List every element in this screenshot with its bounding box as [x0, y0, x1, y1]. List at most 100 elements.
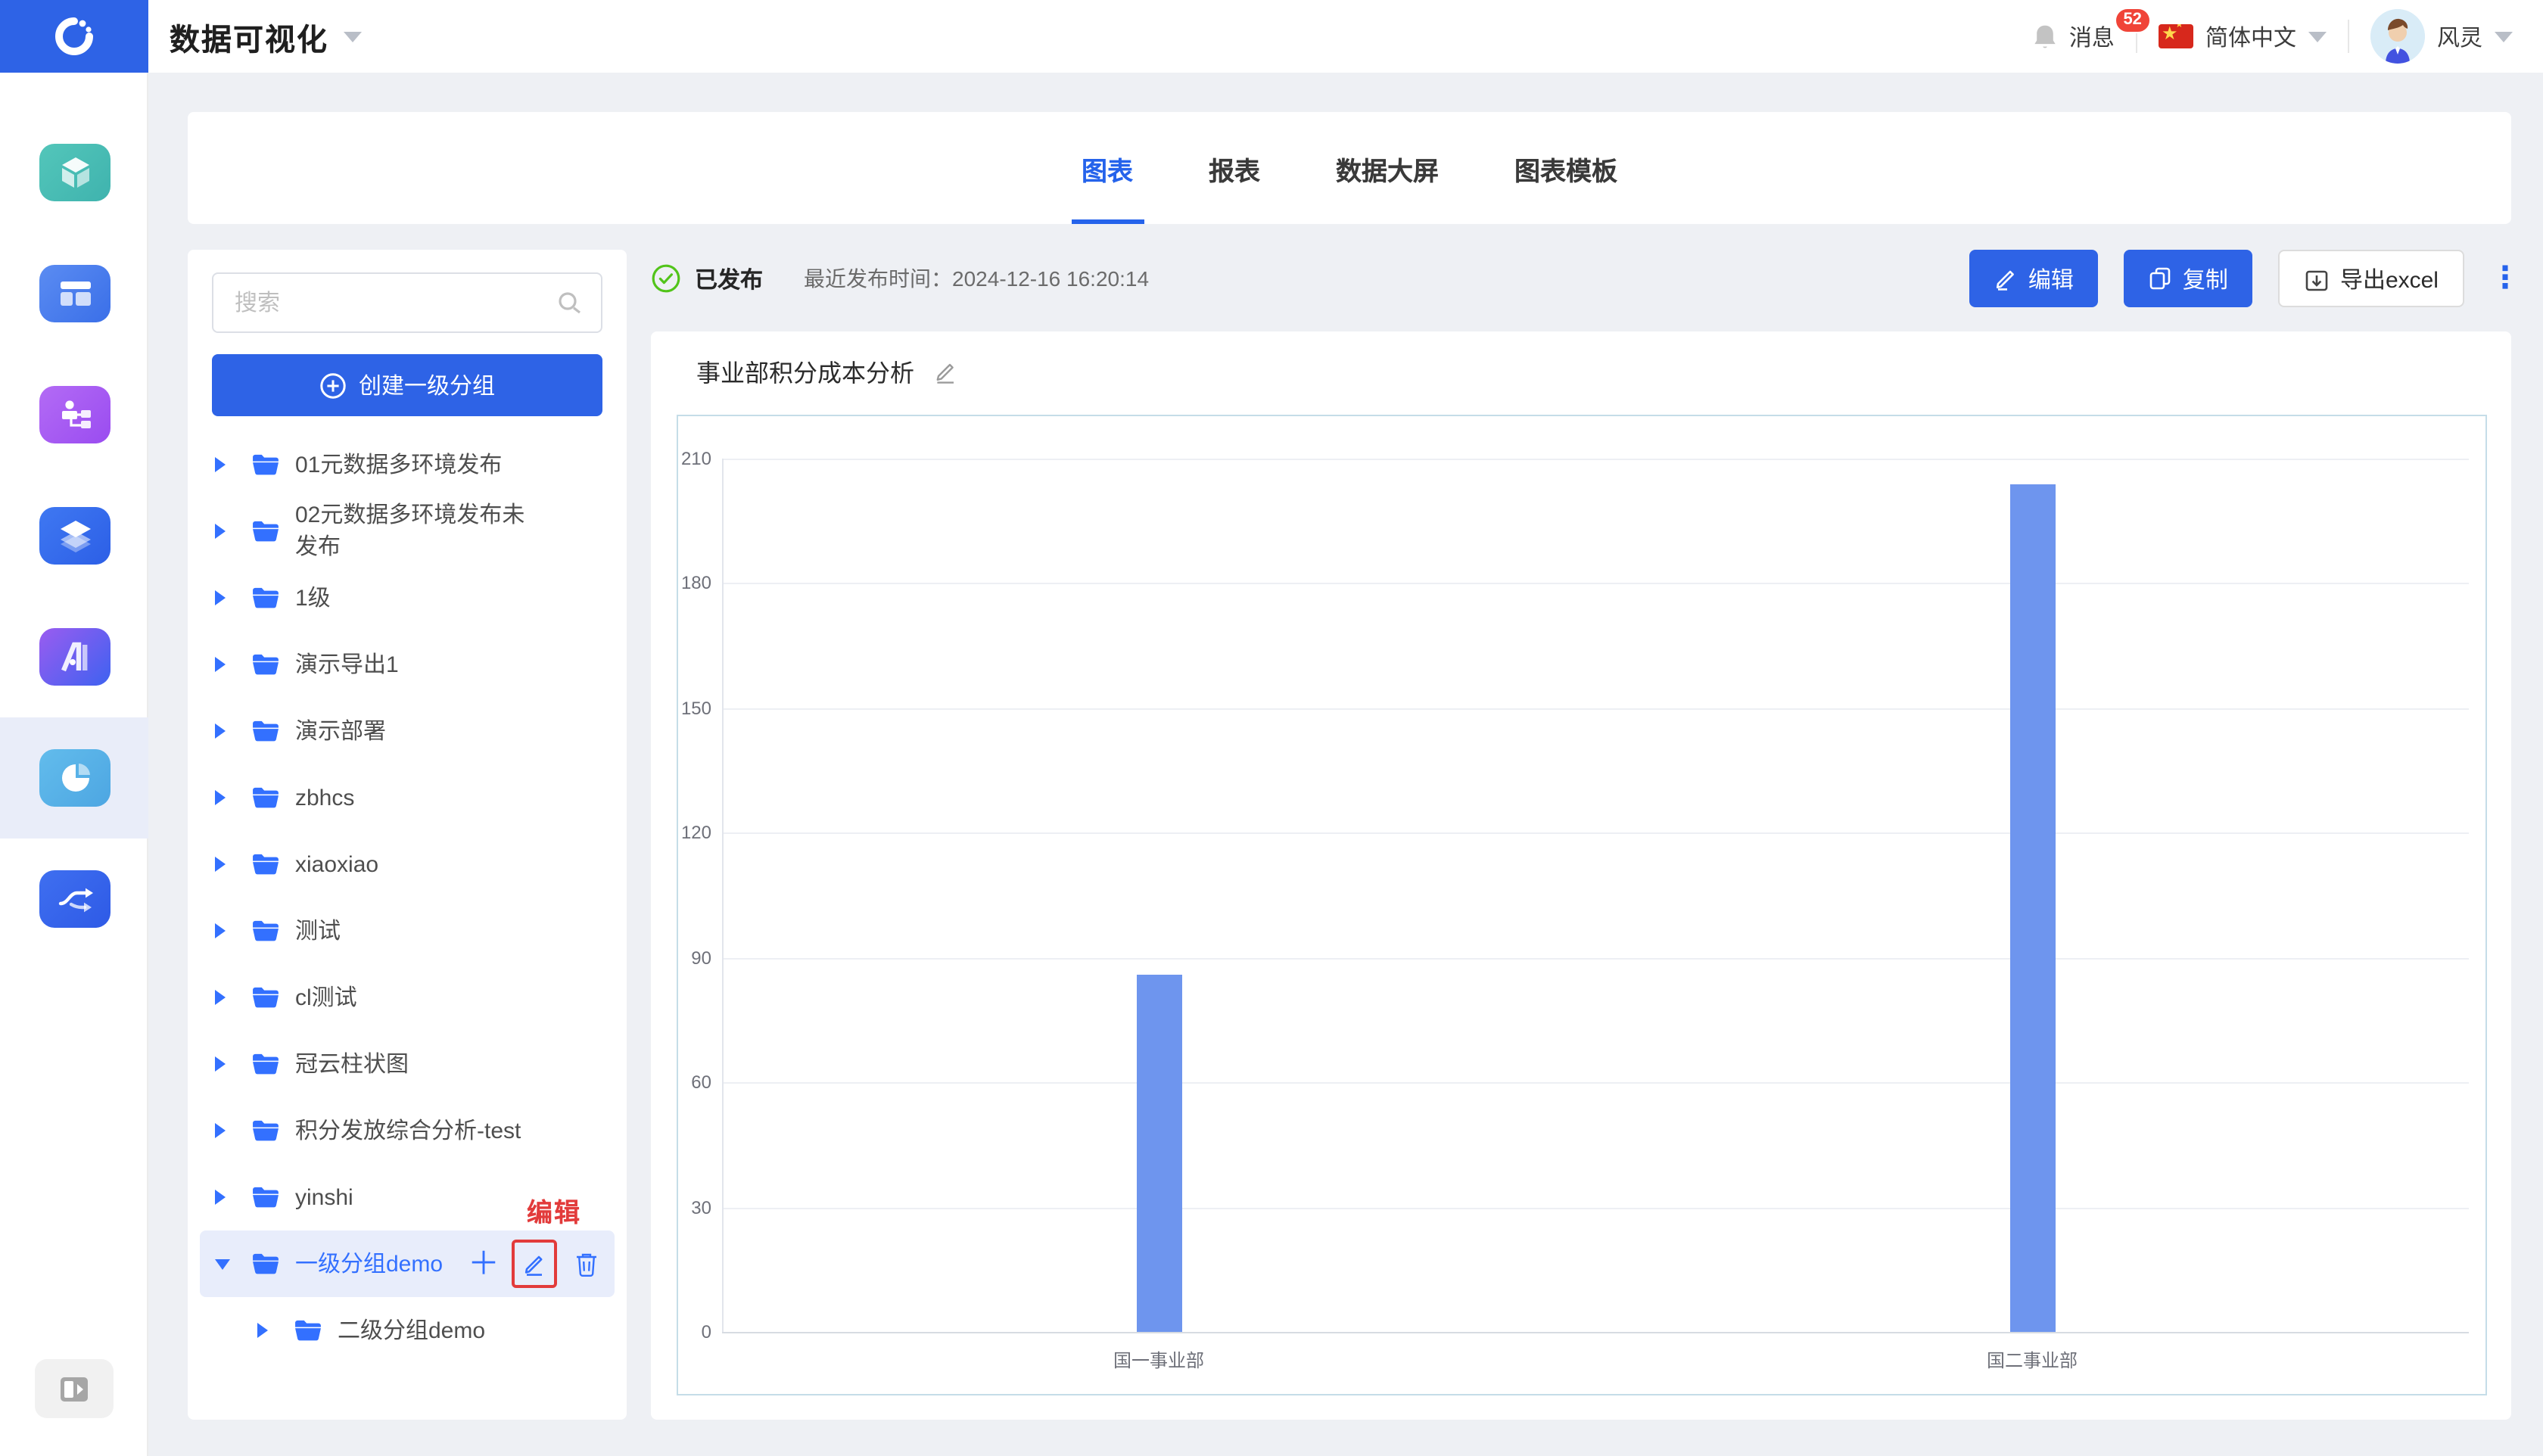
bar-0	[1136, 974, 1181, 1332]
caret-right-icon[interactable]	[215, 1190, 226, 1205]
tree-item-label: 演示部署	[295, 715, 386, 747]
caret-right-icon[interactable]	[215, 723, 226, 739]
caret-right-icon[interactable]	[215, 457, 226, 472]
messages-label: 消息	[2069, 20, 2115, 52]
pencil-icon	[1994, 266, 2018, 291]
y-axis-tick-label: 180	[651, 573, 711, 594]
caret-right-icon[interactable]	[215, 524, 226, 539]
tree-item-1[interactable]: 02元数据多环境发布未发布	[188, 498, 627, 565]
tree-item-5[interactable]: zbhcs	[188, 764, 627, 831]
tree-item-7[interactable]: 测试	[188, 898, 627, 964]
gridline	[722, 1207, 2469, 1209]
avatar	[2370, 9, 2425, 64]
chart-title: 事业部积分成本分析	[696, 353, 914, 389]
rail-item-shuffle[interactable]	[39, 870, 110, 928]
caret-down-icon[interactable]	[215, 1258, 230, 1269]
caret-right-icon[interactable]	[215, 923, 226, 938]
more-actions-button[interactable]: ⋮	[2490, 270, 2511, 287]
y-axis-tick-label: 0	[651, 1321, 711, 1342]
tab-0[interactable]: 图表	[1082, 112, 1133, 224]
tree-item-6[interactable]: xiaoxiao	[188, 831, 627, 898]
messages-button[interactable]: 消息 52	[2031, 20, 2115, 52]
caret-right-icon[interactable]	[215, 857, 226, 872]
caret-right-icon[interactable]	[257, 1323, 268, 1338]
divider	[2348, 20, 2349, 53]
create-group-button[interactable]: 创建一级分组	[212, 354, 602, 416]
rail-item-charts-active[interactable]	[39, 749, 110, 807]
language-label: 简体中文	[2205, 20, 2296, 52]
chart-plot: 0306090120150180210国一事业部国二事业部	[677, 415, 2487, 1395]
tree-child-item[interactable]: 二级分组demo	[188, 1297, 627, 1364]
gauge-logo-icon	[53, 15, 95, 58]
tree-item-10[interactable]: 积分发放综合分析-test	[188, 1097, 627, 1164]
copy-icon	[2148, 266, 2172, 291]
y-axis-tick-label: 60	[651, 1072, 711, 1093]
rail-item-cube[interactable]	[39, 144, 110, 201]
add-subgroup-button[interactable]: ＋	[468, 1248, 500, 1280]
folder-icon	[251, 586, 280, 610]
chevron-down-icon[interactable]	[344, 31, 362, 42]
app-logo[interactable]	[0, 0, 148, 73]
toolbar-buttons: 编辑 复制 导出excel ⋮	[1969, 250, 2511, 307]
chevron-down-icon	[2308, 31, 2327, 42]
rail-item-ai[interactable]	[39, 628, 110, 686]
shuffle-icon	[55, 884, 95, 914]
search-input[interactable]	[232, 288, 557, 317]
tree-item-0[interactable]: 01元数据多环境发布	[188, 431, 627, 498]
tree-item-label: 02元数据多环境发布未发布	[295, 499, 534, 563]
caret-right-icon[interactable]	[215, 657, 226, 672]
y-axis-tick-label: 30	[651, 1196, 711, 1218]
y-axis-tick-label: 150	[651, 698, 711, 719]
tree-item-9[interactable]: 冠云柱状图	[188, 1031, 627, 1097]
cube-icon	[55, 154, 95, 191]
app-window: 数据可视化 消息 52 ★★ 简体中文	[0, 0, 2543, 1456]
tree-item-label: 二级分组demo	[338, 1314, 485, 1346]
rail-item-layers[interactable]	[39, 507, 110, 565]
delete-group-button[interactable]	[566, 1243, 605, 1285]
rail-item-flow[interactable]	[39, 386, 110, 443]
tab-1[interactable]: 报表	[1209, 112, 1260, 224]
tab-3[interactable]: 图表模板	[1514, 112, 1617, 224]
search-icon[interactable]	[557, 290, 583, 316]
user-menu[interactable]: 风灵	[2370, 9, 2513, 64]
chart-card: 事业部积分成本分析 0306090120150180210国一事业部国二事业部	[651, 331, 2511, 1420]
tree-item-2[interactable]: 1级	[188, 565, 627, 631]
rail-item-dashboard[interactable]	[39, 265, 110, 322]
tree-item-12[interactable]: 一级分组demo＋编辑	[200, 1230, 615, 1297]
caret-right-icon[interactable]	[215, 1056, 226, 1072]
caret-right-icon[interactable]	[215, 790, 226, 805]
caret-right-icon[interactable]	[215, 1123, 226, 1138]
china-flag-icon: ★★	[2159, 24, 2193, 48]
tab-2[interactable]: 数据大屏	[1336, 112, 1439, 224]
page-title: 数据可视化	[170, 0, 362, 73]
folder-icon	[251, 719, 280, 743]
edit-button[interactable]: 编辑	[1969, 250, 2098, 307]
caret-right-icon[interactable]	[215, 990, 226, 1005]
tree-item-label: 1级	[295, 582, 331, 614]
bar-1	[2009, 484, 2055, 1332]
tree-item-label: 测试	[295, 915, 341, 947]
chevron-down-icon	[2495, 31, 2513, 42]
gridline	[722, 1082, 2469, 1084]
folder-icon	[251, 453, 280, 477]
gridline	[722, 957, 2469, 959]
tree-item-3[interactable]: 演示导出1	[188, 631, 627, 698]
group-panel: 创建一级分组 01元数据多环境发布02元数据多环境发布未发布 1级演示导出1 演示部…	[188, 250, 627, 1420]
export-excel-button[interactable]: 导出excel	[2278, 250, 2464, 307]
folder-icon	[251, 1185, 280, 1209]
topbar-right: 消息 52 ★★ 简体中文	[2031, 0, 2513, 73]
tree-item-8[interactable]: cl测试	[188, 964, 627, 1031]
check-circle-icon	[651, 263, 681, 294]
tree-item-4[interactable]: 演示部署	[188, 698, 627, 764]
edit-group-button[interactable]	[512, 1240, 557, 1288]
sidebar-collapse-button[interactable]	[35, 1359, 114, 1418]
y-axis-line	[722, 459, 724, 1332]
layers-icon	[55, 518, 95, 554]
topbar: 数据可视化 消息 52 ★★ 简体中文	[0, 0, 2543, 73]
copy-button[interactable]: 复制	[2124, 250, 2252, 307]
edit-group-icon	[522, 1252, 546, 1276]
caret-right-icon[interactable]	[215, 590, 226, 605]
delete-group-icon	[574, 1251, 597, 1277]
language-selector[interactable]: ★★ 简体中文	[2159, 20, 2327, 52]
edit-title-icon[interactable]	[932, 358, 958, 384]
